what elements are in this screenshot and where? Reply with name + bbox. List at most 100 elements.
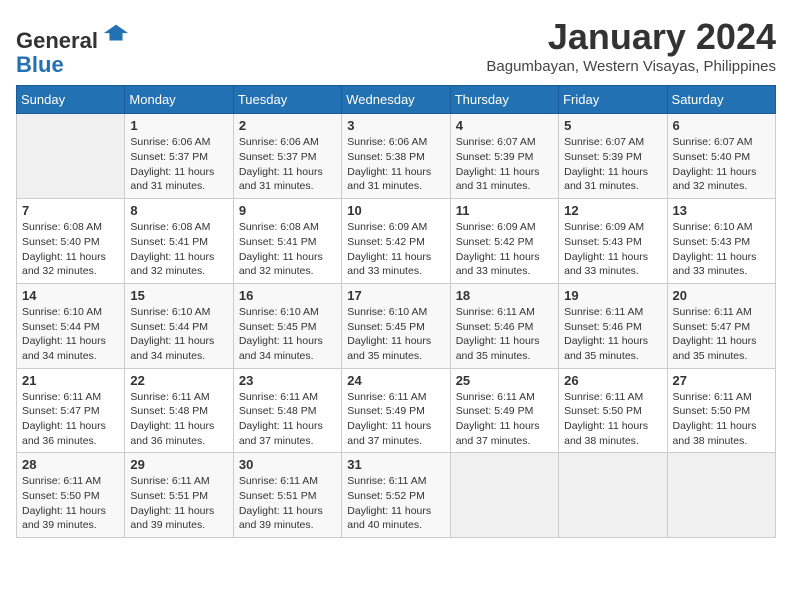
day-number: 22	[130, 373, 227, 388]
calendar-cell: 4 Sunrise: 6:07 AM Sunset: 5:39 PM Dayli…	[450, 114, 558, 199]
weekday-header-thursday: Thursday	[450, 86, 558, 114]
weekday-header-friday: Friday	[559, 86, 667, 114]
calendar-cell: 6 Sunrise: 6:07 AM Sunset: 5:40 PM Dayli…	[667, 114, 775, 199]
daylight-label: Daylight: 11 hours and 31 minutes.	[347, 166, 431, 193]
calendar-cell: 12 Sunrise: 6:09 AM Sunset: 5:43 PM Dayl…	[559, 199, 667, 284]
day-number: 23	[239, 373, 336, 388]
calendar-cell: 25 Sunrise: 6:11 AM Sunset: 5:49 PM Dayl…	[450, 368, 558, 453]
sunset-label: Sunset: 5:41 PM	[239, 236, 317, 248]
sunset-label: Sunset: 5:45 PM	[347, 321, 425, 333]
sunset-label: Sunset: 5:47 PM	[673, 321, 751, 333]
weekday-header-monday: Monday	[125, 86, 233, 114]
day-number: 7	[22, 203, 119, 218]
calendar-table: SundayMondayTuesdayWednesdayThursdayFrid…	[16, 85, 776, 538]
sunrise-label: Sunrise: 6:08 AM	[22, 221, 102, 233]
sunrise-label: Sunrise: 6:10 AM	[130, 306, 210, 318]
daylight-label: Daylight: 11 hours and 38 minutes.	[564, 420, 648, 447]
day-number: 18	[456, 288, 553, 303]
sunset-label: Sunset: 5:47 PM	[22, 405, 100, 417]
sunset-label: Sunset: 5:42 PM	[456, 236, 534, 248]
day-number: 12	[564, 203, 661, 218]
daylight-label: Daylight: 11 hours and 38 minutes.	[673, 420, 757, 447]
sunrise-label: Sunrise: 6:06 AM	[347, 136, 427, 148]
sunset-label: Sunset: 5:49 PM	[347, 405, 425, 417]
day-info: Sunrise: 6:11 AM Sunset: 5:48 PM Dayligh…	[239, 390, 336, 449]
day-info: Sunrise: 6:10 AM Sunset: 5:45 PM Dayligh…	[239, 305, 336, 364]
calendar-cell	[450, 453, 558, 538]
sunrise-label: Sunrise: 6:06 AM	[239, 136, 319, 148]
title-block: January 2024 Bagumbayan, Western Visayas…	[486, 16, 776, 75]
sunset-label: Sunset: 5:38 PM	[347, 151, 425, 163]
daylight-label: Daylight: 11 hours and 37 minutes.	[347, 420, 431, 447]
calendar-cell: 27 Sunrise: 6:11 AM Sunset: 5:50 PM Dayl…	[667, 368, 775, 453]
daylight-label: Daylight: 11 hours and 34 minutes.	[22, 335, 106, 362]
day-number: 1	[130, 118, 227, 133]
day-number: 17	[347, 288, 444, 303]
day-info: Sunrise: 6:11 AM Sunset: 5:50 PM Dayligh…	[564, 390, 661, 449]
sunset-label: Sunset: 5:50 PM	[564, 405, 642, 417]
sunrise-label: Sunrise: 6:09 AM	[564, 221, 644, 233]
sunset-label: Sunset: 5:45 PM	[239, 321, 317, 333]
day-number: 11	[456, 203, 553, 218]
day-number: 6	[673, 118, 770, 133]
sunrise-label: Sunrise: 6:10 AM	[347, 306, 427, 318]
sunrise-label: Sunrise: 6:07 AM	[673, 136, 753, 148]
day-info: Sunrise: 6:09 AM Sunset: 5:43 PM Dayligh…	[564, 220, 661, 279]
day-info: Sunrise: 6:08 AM Sunset: 5:41 PM Dayligh…	[239, 220, 336, 279]
calendar-cell: 26 Sunrise: 6:11 AM Sunset: 5:50 PM Dayl…	[559, 368, 667, 453]
sunrise-label: Sunrise: 6:11 AM	[239, 475, 318, 487]
day-info: Sunrise: 6:06 AM Sunset: 5:37 PM Dayligh…	[130, 135, 227, 194]
day-number: 2	[239, 118, 336, 133]
day-number: 10	[347, 203, 444, 218]
sunrise-label: Sunrise: 6:11 AM	[130, 391, 209, 403]
day-number: 9	[239, 203, 336, 218]
sunset-label: Sunset: 5:48 PM	[239, 405, 317, 417]
day-info: Sunrise: 6:09 AM Sunset: 5:42 PM Dayligh…	[456, 220, 553, 279]
day-info: Sunrise: 6:11 AM Sunset: 5:47 PM Dayligh…	[673, 305, 770, 364]
daylight-label: Daylight: 11 hours and 39 minutes.	[239, 505, 323, 532]
sunset-label: Sunset: 5:39 PM	[564, 151, 642, 163]
day-number: 28	[22, 457, 119, 472]
logo-blue: Blue	[16, 52, 64, 77]
sunrise-label: Sunrise: 6:11 AM	[564, 306, 643, 318]
daylight-label: Daylight: 11 hours and 35 minutes.	[564, 335, 648, 362]
weekday-header-wednesday: Wednesday	[342, 86, 450, 114]
day-number: 25	[456, 373, 553, 388]
sunrise-label: Sunrise: 6:07 AM	[564, 136, 644, 148]
sunrise-label: Sunrise: 6:11 AM	[456, 391, 535, 403]
calendar-cell: 21 Sunrise: 6:11 AM Sunset: 5:47 PM Dayl…	[17, 368, 125, 453]
day-info: Sunrise: 6:11 AM Sunset: 5:47 PM Dayligh…	[22, 390, 119, 449]
calendar-cell	[667, 453, 775, 538]
sunset-label: Sunset: 5:51 PM	[239, 490, 317, 502]
day-info: Sunrise: 6:11 AM Sunset: 5:46 PM Dayligh…	[456, 305, 553, 364]
sunrise-label: Sunrise: 6:09 AM	[347, 221, 427, 233]
day-info: Sunrise: 6:11 AM Sunset: 5:48 PM Dayligh…	[130, 390, 227, 449]
sunset-label: Sunset: 5:42 PM	[347, 236, 425, 248]
calendar-cell: 11 Sunrise: 6:09 AM Sunset: 5:42 PM Dayl…	[450, 199, 558, 284]
weekday-header-sunday: Sunday	[17, 86, 125, 114]
daylight-label: Daylight: 11 hours and 31 minutes.	[564, 166, 648, 193]
sunset-label: Sunset: 5:44 PM	[22, 321, 100, 333]
calendar-cell: 7 Sunrise: 6:08 AM Sunset: 5:40 PM Dayli…	[17, 199, 125, 284]
day-number: 26	[564, 373, 661, 388]
sunrise-label: Sunrise: 6:11 AM	[347, 391, 426, 403]
calendar-cell: 28 Sunrise: 6:11 AM Sunset: 5:50 PM Dayl…	[17, 453, 125, 538]
sunrise-label: Sunrise: 6:06 AM	[130, 136, 210, 148]
page-header: General Blue January 2024 Bagumbayan, We…	[16, 16, 776, 77]
daylight-label: Daylight: 11 hours and 39 minutes.	[130, 505, 214, 532]
calendar-cell: 10 Sunrise: 6:09 AM Sunset: 5:42 PM Dayl…	[342, 199, 450, 284]
sunset-label: Sunset: 5:40 PM	[673, 151, 751, 163]
day-info: Sunrise: 6:07 AM Sunset: 5:39 PM Dayligh…	[456, 135, 553, 194]
daylight-label: Daylight: 11 hours and 36 minutes.	[22, 420, 106, 447]
calendar-week-row: 7 Sunrise: 6:08 AM Sunset: 5:40 PM Dayli…	[17, 199, 776, 284]
sunset-label: Sunset: 5:41 PM	[130, 236, 208, 248]
sunset-label: Sunset: 5:50 PM	[22, 490, 100, 502]
sunset-label: Sunset: 5:48 PM	[130, 405, 208, 417]
daylight-label: Daylight: 11 hours and 37 minutes.	[456, 420, 540, 447]
calendar-cell: 16 Sunrise: 6:10 AM Sunset: 5:45 PM Dayl…	[233, 283, 341, 368]
calendar-week-row: 14 Sunrise: 6:10 AM Sunset: 5:44 PM Dayl…	[17, 283, 776, 368]
daylight-label: Daylight: 11 hours and 32 minutes.	[22, 251, 106, 278]
day-info: Sunrise: 6:11 AM Sunset: 5:49 PM Dayligh…	[456, 390, 553, 449]
calendar-cell: 1 Sunrise: 6:06 AM Sunset: 5:37 PM Dayli…	[125, 114, 233, 199]
daylight-label: Daylight: 11 hours and 37 minutes.	[239, 420, 323, 447]
